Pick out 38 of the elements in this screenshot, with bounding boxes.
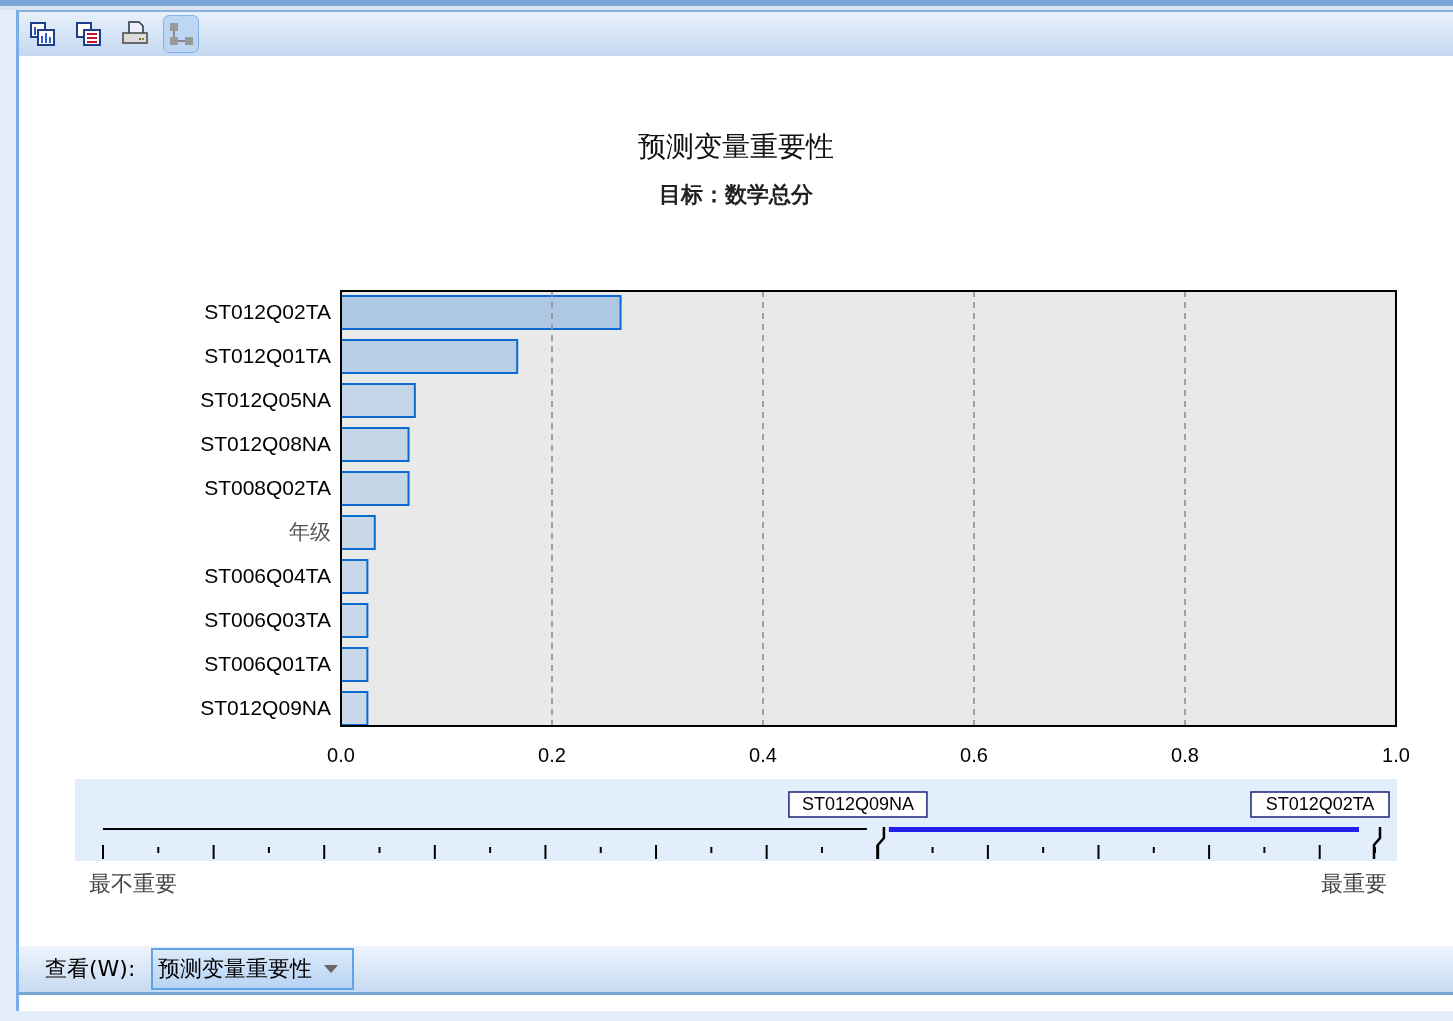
view-dropdown[interactable]: 预测变量重要性 bbox=[151, 948, 355, 990]
chart-subtitle: 目标：数学总分 bbox=[658, 180, 814, 209]
bar bbox=[340, 647, 369, 682]
network-icon bbox=[167, 20, 195, 48]
bar bbox=[340, 471, 410, 506]
axis-label: ST012Q09NA bbox=[200, 696, 331, 719]
axis-label: ST006Q03TA bbox=[204, 608, 331, 631]
bar bbox=[340, 559, 369, 594]
axis-label: ST008Q02TA bbox=[204, 476, 331, 499]
handle-label: ST012Q02TA bbox=[1250, 791, 1390, 818]
caret-icon bbox=[324, 965, 339, 973]
axis-label: ST012Q01TA bbox=[204, 344, 331, 367]
axis-label: ST006Q01TA bbox=[204, 652, 331, 675]
axis-label: ST006Q04TA bbox=[204, 564, 331, 587]
bar bbox=[340, 427, 410, 462]
slider-handle[interactable] bbox=[1372, 827, 1382, 859]
bar bbox=[340, 603, 369, 638]
axis-label: ST012Q08NA bbox=[200, 432, 331, 455]
importance-range-slider[interactable]: ST012Q09NA ST012Q02TA bbox=[75, 779, 1397, 861]
axis-label: ST012Q05NA bbox=[200, 388, 331, 411]
axis-label: 年级 bbox=[289, 520, 331, 544]
chart-title: 预测变量重要性 bbox=[637, 129, 835, 165]
slider-handle[interactable] bbox=[876, 827, 886, 859]
bar bbox=[340, 515, 376, 550]
tick-label: 0.4 bbox=[749, 744, 777, 766]
axis-label: ST012Q02TA bbox=[204, 300, 331, 323]
chart-icon bbox=[29, 20, 57, 48]
tick-label: 0.0 bbox=[327, 744, 355, 766]
tick-label: 1.0 bbox=[1382, 744, 1410, 766]
bar bbox=[340, 691, 369, 726]
tick-label: 0.6 bbox=[960, 744, 988, 766]
slider-max-label: 最重要 bbox=[1321, 870, 1387, 898]
slider-min-label: 最不重要 bbox=[89, 870, 177, 898]
table-icon bbox=[75, 20, 103, 48]
handle-label: ST012Q09NA bbox=[788, 791, 928, 818]
view-label: 查看(W): bbox=[45, 955, 136, 983]
tick-label: 0.2 bbox=[538, 744, 566, 766]
tick-label: 0.8 bbox=[1171, 744, 1199, 766]
